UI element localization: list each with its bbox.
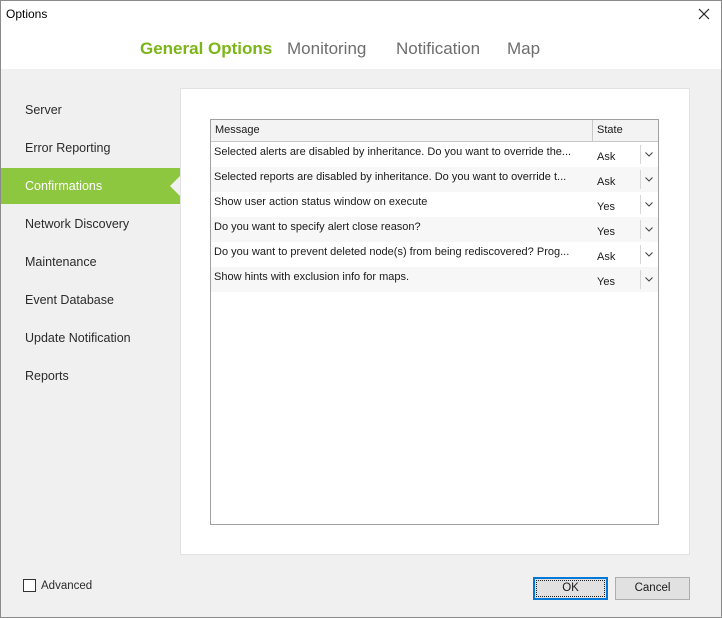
chevron-down-icon: [644, 252, 653, 257]
state-value: Ask: [597, 151, 616, 163]
state-value: Yes: [597, 201, 615, 213]
chevron-down-icon: [644, 227, 653, 232]
table-row[interactable]: Selected alerts are disabled by inherita…: [211, 142, 658, 167]
close-button[interactable]: [693, 4, 715, 24]
tab-monitoring[interactable]: Monitoring: [287, 39, 366, 59]
chevron-down-icon: [644, 177, 653, 182]
row-message: Show user action status window on execut…: [214, 196, 428, 208]
row-message: Do you want to specify alert close reaso…: [214, 221, 421, 233]
top-tabs: General Options Monitoring Notification …: [1, 29, 721, 69]
state-dropdown[interactable]: Yes: [594, 219, 658, 240]
options-window: Options General Options Monitoring Notif…: [0, 0, 722, 618]
row-message: Show hints with exclusion info for maps.: [214, 271, 410, 283]
dropdown-button[interactable]: [640, 145, 656, 164]
column-header-message[interactable]: Message: [211, 120, 593, 141]
tab-notification[interactable]: Notification: [396, 39, 480, 59]
state-dropdown[interactable]: Ask: [594, 169, 658, 190]
close-icon: [698, 8, 710, 20]
sidebar-item-maintenance[interactable]: Maintenance: [1, 244, 180, 280]
tab-map[interactable]: Map: [507, 39, 540, 59]
table-row[interactable]: Show user action status window on execut…: [211, 192, 658, 217]
footer-bar: Advanced OK Cancel: [1, 569, 721, 617]
checkbox-box[interactable]: [23, 579, 36, 592]
chevron-down-icon: [644, 152, 653, 157]
sidebar-item-update-notification[interactable]: Update Notification: [1, 320, 180, 356]
chevron-down-icon: [644, 277, 653, 282]
sidebar-item-confirmations[interactable]: Confirmations: [1, 168, 180, 204]
window-title: Options: [6, 7, 48, 21]
tab-general-options[interactable]: General Options: [140, 39, 272, 59]
row-message: Do you want to prevent deleted node(s) f…: [214, 246, 570, 258]
table-row[interactable]: Show hints with exclusion info for maps.…: [211, 267, 658, 292]
state-value: Ask: [597, 251, 616, 263]
grid-rows: Selected alerts are disabled by inherita…: [211, 142, 658, 292]
state-dropdown[interactable]: Ask: [594, 144, 658, 165]
state-value: Yes: [597, 226, 615, 238]
dropdown-button[interactable]: [640, 270, 656, 289]
sidebar-item-event-database[interactable]: Event Database: [1, 282, 180, 318]
dropdown-button[interactable]: [640, 195, 656, 214]
title-bar: Options: [1, 1, 721, 29]
state-value: Ask: [597, 176, 616, 188]
sidebar-item-reports[interactable]: Reports: [1, 358, 180, 394]
sidebar-item-error-reporting[interactable]: Error Reporting: [1, 130, 180, 166]
dropdown-button[interactable]: [640, 170, 656, 189]
ok-button[interactable]: OK: [533, 577, 608, 600]
state-dropdown[interactable]: Yes: [594, 269, 658, 290]
confirmations-grid: Message State Selected alerts are disabl…: [210, 119, 659, 525]
row-message: Selected alerts are disabled by inherita…: [214, 146, 572, 158]
cancel-button-label: Cancel: [634, 582, 671, 594]
state-dropdown[interactable]: Ask: [594, 244, 658, 265]
state-value: Yes: [597, 276, 615, 288]
sidebar: Server Error Reporting Confirmations Net…: [1, 69, 180, 569]
row-message: Selected reports are disabled by inherit…: [214, 171, 567, 183]
advanced-checkbox[interactable]: Advanced: [23, 579, 92, 592]
dropdown-button[interactable]: [640, 220, 656, 239]
table-row[interactable]: Do you want to prevent deleted node(s) f…: [211, 242, 658, 267]
state-dropdown[interactable]: Yes: [594, 194, 658, 215]
focus-rectangle: [536, 580, 605, 597]
table-row[interactable]: Do you want to specify alert close reaso…: [211, 217, 658, 242]
cancel-button[interactable]: Cancel: [615, 577, 690, 600]
grid-header: Message State: [211, 120, 658, 142]
advanced-label: Advanced: [41, 579, 93, 592]
sidebar-item-server[interactable]: Server: [1, 92, 180, 128]
chevron-down-icon: [644, 202, 653, 207]
sidebar-item-network-discovery[interactable]: Network Discovery: [1, 206, 180, 242]
table-row[interactable]: Selected reports are disabled by inherit…: [211, 167, 658, 192]
column-header-state[interactable]: State: [593, 120, 658, 141]
dropdown-button[interactable]: [640, 245, 656, 264]
